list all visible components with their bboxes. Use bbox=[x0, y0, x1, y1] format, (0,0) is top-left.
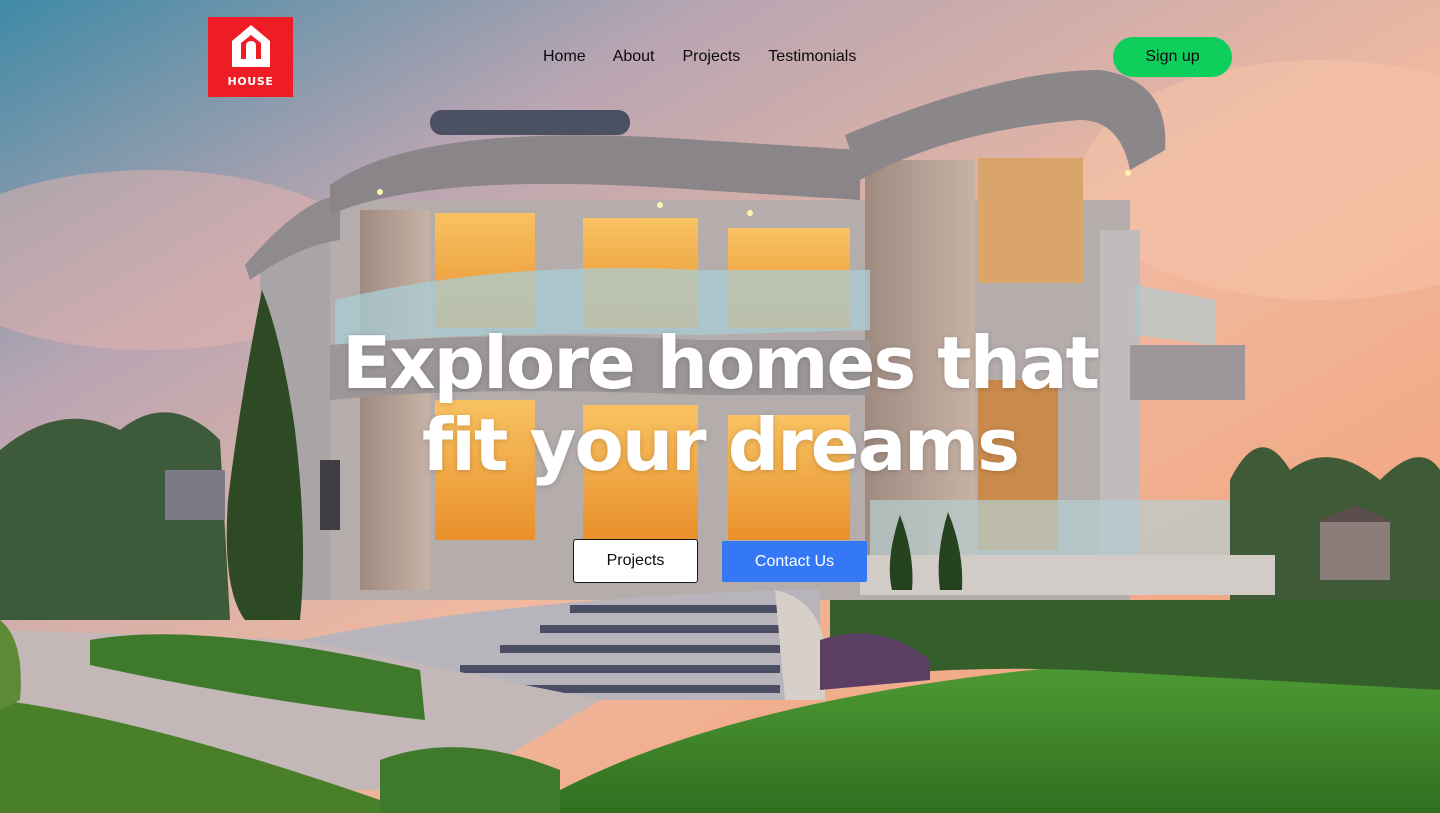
nav-link-home[interactable]: Home bbox=[543, 47, 586, 69]
headline-line-1: Explore homes that bbox=[342, 321, 1100, 405]
house-logo[interactable]: HOUSE bbox=[208, 17, 293, 97]
contact-us-button[interactable]: Contact Us bbox=[722, 541, 867, 582]
nav-link-projects[interactable]: Projects bbox=[683, 47, 741, 69]
main-nav: Home About Projects Testimonials bbox=[543, 47, 856, 69]
house-logo-icon bbox=[232, 25, 270, 67]
headline-line-2: fit your dreams bbox=[421, 403, 1020, 487]
nav-link-about[interactable]: About bbox=[613, 47, 655, 69]
site-header: HOUSE Home About Projects Testimonials S… bbox=[0, 0, 1440, 100]
nav-link-testimonials[interactable]: Testimonials bbox=[768, 47, 856, 69]
hero-headline: Explore homes that fit your dreams bbox=[330, 322, 1110, 486]
signup-button[interactable]: Sign up bbox=[1113, 37, 1232, 77]
logo-text: HOUSE bbox=[227, 75, 274, 88]
projects-button[interactable]: Projects bbox=[573, 539, 698, 583]
